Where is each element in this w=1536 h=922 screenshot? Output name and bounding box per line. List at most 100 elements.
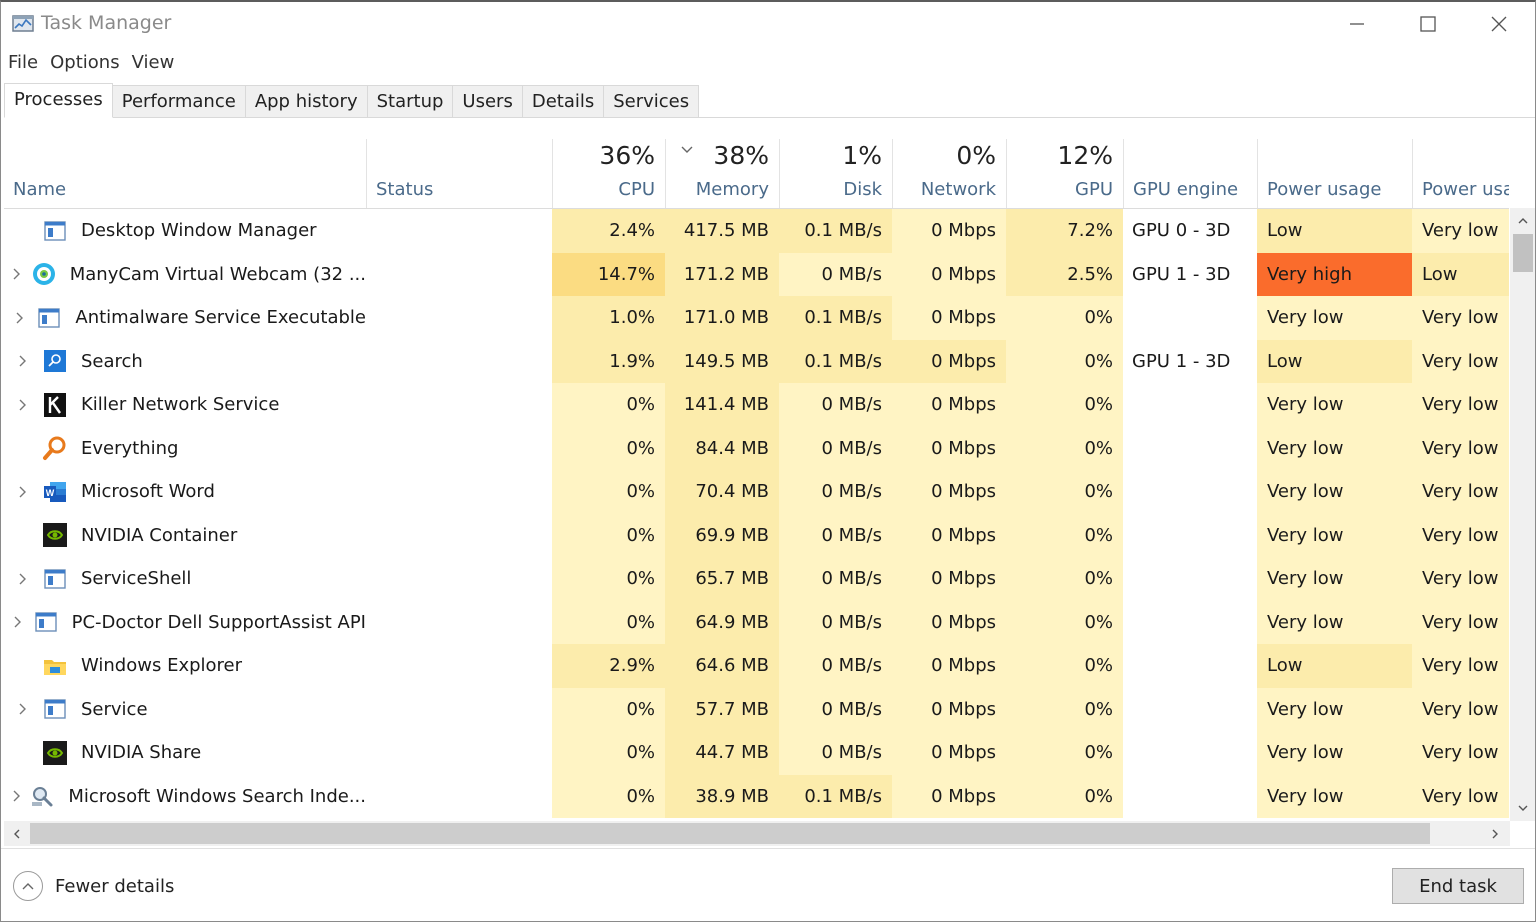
menu-file[interactable]: File: [3, 49, 43, 77]
process-mem: 69.9 MB: [665, 513, 779, 557]
tab-app-history[interactable]: App history: [245, 85, 368, 118]
process-row[interactable]: NVIDIA Share 0% 44.7 MB 0 MB/s 0 Mbps 0% Very …: [4, 731, 1509, 775]
process-name: Antimalware Service Executable: [75, 307, 366, 329]
horizontal-scrollbar[interactable]: [4, 821, 1510, 846]
app-window-icon: [33, 609, 59, 635]
process-power-usage-trend-value: Very low: [1422, 394, 1499, 416]
gpu-total: 12%: [1057, 141, 1113, 170]
process-disk: 0.1 MB/s: [779, 209, 892, 253]
process-name: Windows Explorer: [81, 655, 243, 677]
vertical-scrollbar[interactable]: [1510, 208, 1535, 821]
expand-row-button[interactable]: [4, 612, 33, 632]
process-row[interactable]: Microsoft Windows Search Inde... 0% 38.9 M…: [4, 774, 1509, 818]
process-power-usage: Very low: [1257, 687, 1412, 731]
process-row[interactable]: ManyCam Virtual Webcam (32 ... 14.7% 171.2…: [4, 252, 1509, 296]
expand-row-button[interactable]: [4, 699, 42, 719]
process-gpu-value: 0%: [1084, 785, 1113, 807]
process-row[interactable]: Everything 0% 84.4 MB 0 MB/s 0 Mbps 0% Very lo…: [4, 426, 1509, 470]
column-memory[interactable]: 38% Memory: [665, 139, 779, 208]
expand-row-button[interactable]: [4, 264, 31, 284]
process-power-usage-value: Very low: [1267, 785, 1344, 807]
process-power-usage-trend: Very low: [1412, 557, 1509, 601]
fewer-details-toggle[interactable]: Fewer details: [13, 871, 174, 901]
process-cpu: 0%: [552, 513, 665, 557]
expand-row-button[interactable]: [4, 308, 36, 328]
process-name: NVIDIA Share: [81, 742, 202, 764]
expand-row-button[interactable]: [4, 395, 42, 415]
chevron-right-icon: [13, 790, 20, 802]
process-row[interactable]: PC-Doctor Dell SupportAssist API 0% 64.9 M…: [4, 600, 1509, 644]
process-row[interactable]: Search 1.9% 149.5 MB 0.1 MB/s 0 Mbps 0% GPU 1 …: [4, 339, 1509, 384]
column-gpu-label: GPU: [1075, 179, 1113, 200]
killer-icon: [42, 392, 68, 418]
expand-row-button[interactable]: [4, 351, 42, 371]
process-net-value: 0 Mbps: [931, 394, 996, 416]
horizontal-scroll-thumb[interactable]: [30, 823, 1430, 844]
process-mem-value: 84.4 MB: [695, 437, 769, 459]
process-name: ManyCam Virtual Webcam (32 ...: [69, 263, 366, 285]
column-gpu-engine[interactable]: GPU engine: [1123, 139, 1257, 208]
menu-options[interactable]: Options: [45, 49, 124, 77]
process-power-usage: Very low: [1257, 470, 1412, 514]
process-power-usage-trend-value: Very low: [1422, 524, 1499, 546]
column-power-usage[interactable]: Power usage: [1257, 139, 1412, 208]
process-name: Desktop Window Manager: [81, 220, 317, 242]
menu-view[interactable]: View: [127, 49, 180, 77]
column-power-usage-trend[interactable]: Power usage: [1412, 139, 1509, 208]
process-gpu-value: 0%: [1084, 524, 1113, 546]
process-row[interactable]: W Microsoft Word 0% 70.4 MB 0 MB/s 0 Mbps 0% V…: [4, 470, 1509, 514]
process-mem: 141.4 MB: [665, 383, 779, 427]
process-power-usage-trend: Very low: [1412, 383, 1509, 427]
column-network-label: Network: [920, 179, 996, 200]
process-disk: 0 MB/s: [779, 426, 892, 470]
process-cpu: 0%: [552, 557, 665, 601]
column-gpu[interactable]: 12% GPU: [1006, 139, 1123, 208]
scroll-right-button[interactable]: [1484, 823, 1506, 845]
scroll-down-button[interactable]: [1512, 797, 1534, 819]
process-row[interactable]: NVIDIA Container 0% 69.9 MB 0 MB/s 0 Mbps 0% V…: [4, 513, 1509, 557]
column-name[interactable]: Name: [4, 139, 366, 208]
process-disk-value: 0.1 MB/s: [804, 220, 882, 242]
process-gpu-engine: GPU 1 - 3D: [1123, 340, 1257, 384]
process-net: 0 Mbps: [892, 600, 1006, 644]
process-power-usage-trend-value: Very low: [1422, 698, 1499, 720]
process-row[interactable]: Antimalware Service Executable 1.0% 171.0 …: [4, 296, 1509, 340]
process-row[interactable]: Windows Explorer 2.9% 64.6 MB 0 MB/s 0 Mbps 0…: [4, 644, 1509, 688]
process-gpu-value: 0%: [1084, 568, 1113, 590]
process-cpu-value: 2.9%: [609, 655, 655, 677]
tab-performance[interactable]: Performance: [112, 85, 246, 118]
process-row[interactable]: Killer Network Service 0% 141.4 MB 0 MB/s 0 …: [4, 383, 1509, 427]
minimize-button[interactable]: [1321, 2, 1393, 46]
process-disk-value: 0 MB/s: [821, 481, 883, 503]
tab-startup[interactable]: Startup: [367, 85, 454, 118]
process-row[interactable]: Service 0% 57.7 MB 0 MB/s 0 Mbps 0% Very low Ve…: [4, 687, 1509, 731]
task-manager-app-icon: [12, 14, 36, 34]
tab-users[interactable]: Users: [453, 85, 523, 118]
tab-details[interactable]: Details: [522, 85, 605, 118]
process-row[interactable]: Desktop Window Manager 2.4% 417.5 MB 0.1 MB…: [4, 209, 1509, 253]
column-disk[interactable]: 1% Disk: [779, 139, 892, 208]
word-icon: W: [42, 479, 68, 505]
expand-row-button[interactable]: [4, 569, 42, 589]
expand-row-button[interactable]: [4, 482, 42, 502]
column-network[interactable]: 0% Network: [892, 139, 1006, 208]
tab-processes[interactable]: Processes: [4, 83, 113, 118]
scroll-up-button[interactable]: [1512, 210, 1534, 232]
expand-row-button[interactable]: [4, 786, 29, 806]
process-gpu-value: 0%: [1084, 394, 1113, 416]
maximize-button[interactable]: [1392, 2, 1464, 46]
column-cpu[interactable]: 36% CPU: [552, 139, 665, 208]
chevron-right-icon: [14, 616, 22, 628]
tab-services[interactable]: Services: [604, 85, 700, 118]
title-bar[interactable]: Task Manager: [1, 2, 1535, 46]
vertical-scroll-thumb[interactable]: [1513, 234, 1533, 272]
process-row[interactable]: ServiceShell 0% 65.7 MB 0 MB/s 0 Mbps 0% Very …: [4, 557, 1509, 601]
column-status[interactable]: Status: [366, 139, 552, 208]
scroll-left-button[interactable]: [6, 823, 28, 845]
manycam-icon: [31, 261, 57, 287]
close-button[interactable]: [1463, 2, 1535, 46]
everything-search-icon: [42, 435, 68, 461]
end-task-button[interactable]: End task: [1392, 868, 1524, 904]
process-power-usage: Very low: [1257, 774, 1412, 818]
